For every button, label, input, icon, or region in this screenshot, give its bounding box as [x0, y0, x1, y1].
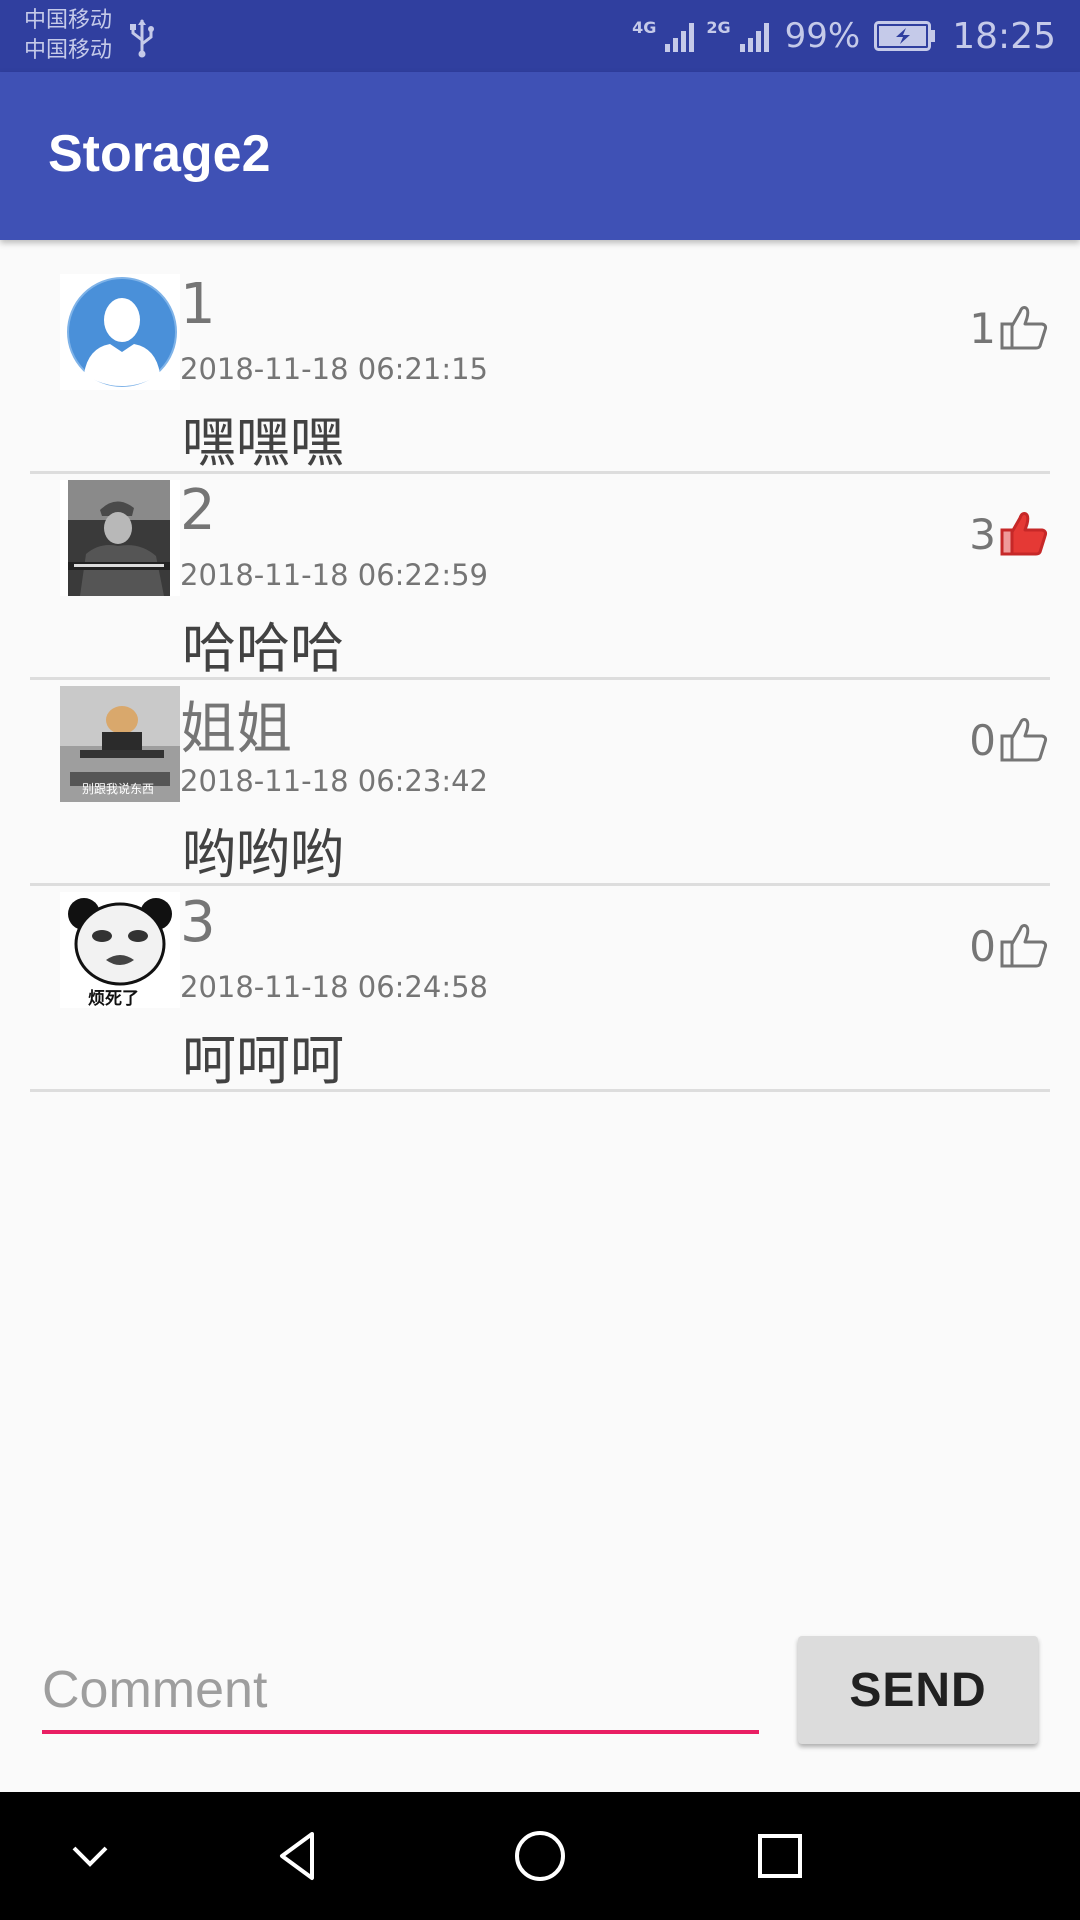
like-control[interactable]: 3 [969, 508, 1050, 560]
cat-photo-avatar: 别跟我说东西 [60, 686, 180, 802]
like-count: 3 [969, 509, 996, 559]
comment-timestamp: 2018-11-18 06:23:42 [180, 764, 488, 798]
carrier-1: 中国移动 [24, 8, 113, 33]
network-type-1: 4G [632, 18, 657, 37]
user-name: 3 [180, 890, 216, 955]
panda-meme-avatar: 烦死了 [60, 892, 180, 1008]
hide-keyboard-button[interactable] [50, 1816, 130, 1896]
chevron-down-icon [72, 1846, 108, 1867]
system-nav-bar [0, 1792, 1080, 1920]
comment-input[interactable] [42, 1650, 759, 1734]
comment-list[interactable]: 1 2018-11-18 06:21:15 嘿嘿嘿 1 2 2018-11-18… [0, 268, 1080, 1092]
comment-row[interactable]: 别跟我说东西 姐姐 2018-11-18 06:23:42 哟哟哟 0 [30, 680, 1050, 886]
app-title: Storage2 [48, 125, 271, 183]
status-bar: 中国移动 中国移动 4G 2G 99% 18:25 [0, 0, 1080, 72]
like-control[interactable]: 1 [969, 302, 1050, 354]
user-name: 1 [180, 272, 216, 337]
comment-text: 哟哟哟 [182, 823, 344, 886]
comment-row[interactable]: 1 2018-11-18 06:21:15 嘿嘿嘿 1 [30, 268, 1050, 474]
clock: 18:25 [952, 15, 1056, 57]
screen: 中国移动 中国移动 4G 2G 99% 18:25 Storage2 1 201… [0, 0, 1080, 1920]
carrier-labels: 中国移动 中国移动 [24, 6, 112, 66]
user-name: 姐姐 [180, 697, 292, 762]
default-person-avatar [60, 274, 180, 390]
thumbs-up-liked-icon[interactable] [998, 508, 1050, 560]
back-triangle-icon [280, 1832, 314, 1880]
like-count: 0 [969, 921, 996, 971]
thumbs-up-icon[interactable] [998, 302, 1050, 354]
avatar-caption: 烦死了 [88, 989, 139, 1008]
user-name: 2 [180, 478, 216, 543]
like-count: 0 [969, 715, 996, 765]
comment-timestamp: 2018-11-18 06:22:59 [180, 558, 488, 592]
comment-text: 哈哈哈 [182, 617, 344, 680]
comment-row[interactable]: 2 2018-11-18 06:22:59 哈哈哈 3 [30, 474, 1050, 680]
home-button[interactable] [500, 1816, 580, 1896]
battery-charging-icon [874, 21, 936, 51]
recents-square-icon [758, 1834, 802, 1878]
comment-text: 嘿嘿嘿 [182, 411, 344, 474]
signal-icon [665, 23, 695, 52]
avatar-caption: 别跟我说东西 [82, 782, 155, 796]
usb-icon [130, 19, 154, 58]
like-control[interactable]: 0 [969, 714, 1050, 766]
like-count: 1 [969, 303, 996, 353]
comment-timestamp: 2018-11-18 06:21:15 [180, 352, 488, 386]
send-button[interactable]: SEND [798, 1636, 1038, 1744]
status-indicators: 4G 2G 99% 18:25 [632, 0, 1056, 72]
back-button[interactable] [260, 1816, 340, 1896]
battery-percentage: 99% [784, 16, 861, 56]
network-type-2: 2G [706, 18, 731, 37]
app-toolbar: Storage2 [0, 72, 1080, 240]
comment-row[interactable]: 烦死了 3 2018-11-18 06:24:58 呵呵呵 0 [30, 886, 1050, 1092]
home-circle-icon [515, 1831, 565, 1881]
thumbs-up-icon[interactable] [998, 714, 1050, 766]
soldier-photo-avatar [60, 480, 180, 596]
signal-icon [739, 23, 769, 52]
carrier-2: 中国移动 [24, 38, 113, 63]
like-control[interactable]: 0 [969, 920, 1050, 972]
comment-timestamp: 2018-11-18 06:24:58 [180, 970, 488, 1004]
recents-button[interactable] [740, 1816, 820, 1896]
thumbs-up-icon[interactable] [998, 920, 1050, 972]
comment-text: 呵呵呵 [182, 1029, 344, 1092]
